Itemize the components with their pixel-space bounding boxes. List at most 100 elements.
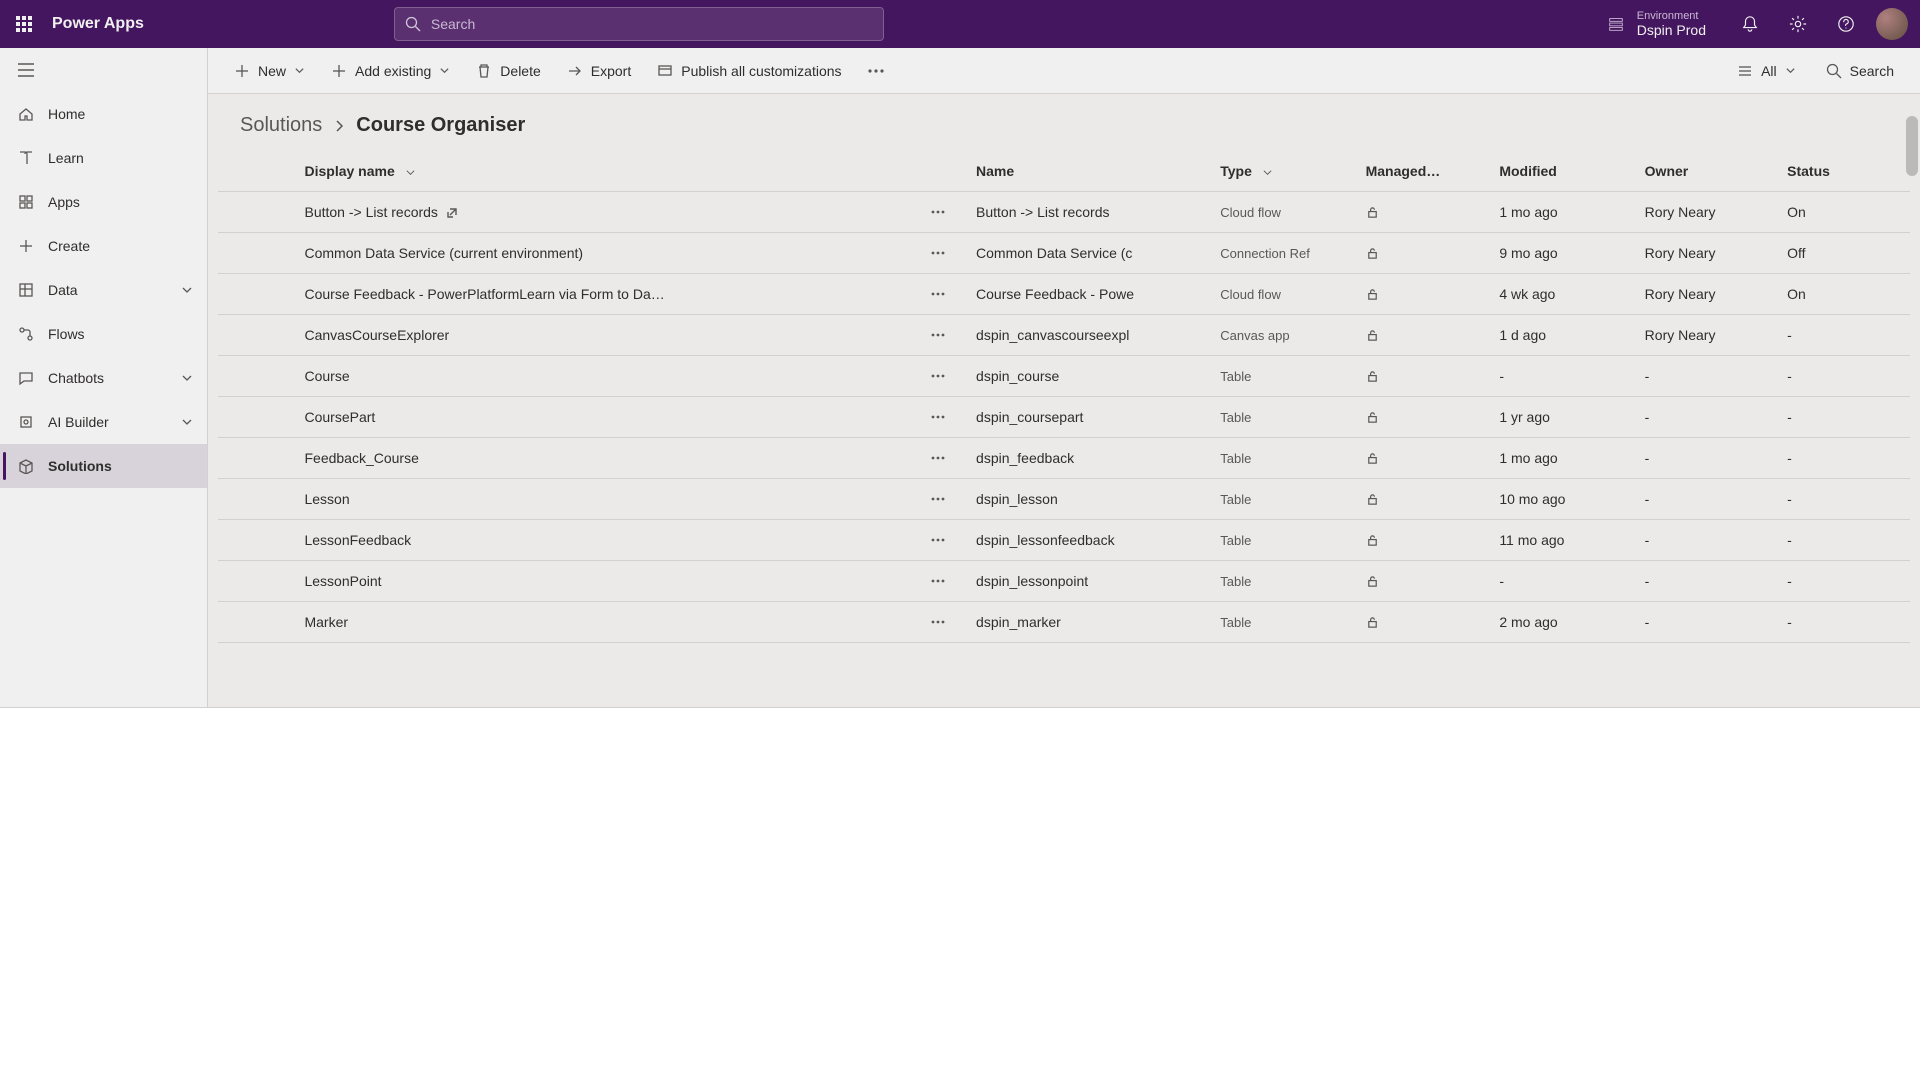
column-display-name[interactable]: Display name (296, 151, 907, 192)
expand-toggle[interactable] (181, 372, 193, 384)
row-name: dspin_feedback (968, 438, 1212, 479)
lock-icon (1366, 575, 1379, 591)
row-actions-button[interactable] (931, 447, 945, 463)
delete-button[interactable]: Delete (466, 57, 550, 85)
expand-toggle[interactable] (181, 416, 193, 428)
row-actions-button[interactable] (931, 201, 945, 217)
table-row[interactable]: Button -> List recordsButton -> List rec… (218, 192, 1910, 233)
row-display-name[interactable]: Button -> List records (304, 204, 437, 220)
environment-picker[interactable]: Environment Dspin Prod (1607, 10, 1706, 39)
row-display-name[interactable]: Lesson (304, 491, 349, 507)
row-owner: - (1637, 602, 1779, 643)
row-actions-button[interactable] (931, 529, 945, 545)
sidebar-item-home[interactable]: Home (0, 92, 207, 136)
chevron-down-icon (294, 65, 305, 76)
row-display-name[interactable]: Course Feedback - PowerPlatformLearn via… (304, 286, 664, 302)
table-row[interactable]: Common Data Service (current environment… (218, 233, 1910, 274)
row-modified: 9 mo ago (1491, 233, 1636, 274)
table-row[interactable]: Markerdspin_markerTable2 mo ago-- (218, 602, 1910, 643)
help-button[interactable] (1822, 0, 1870, 48)
export-label: Export (591, 63, 631, 79)
row-display-name[interactable]: Common Data Service (current environment… (304, 245, 583, 261)
row-actions-button[interactable] (931, 406, 945, 422)
row-type: Table (1212, 602, 1357, 643)
table-row[interactable]: LessonPointdspin_lessonpointTable--- (218, 561, 1910, 602)
row-actions-button[interactable] (931, 283, 945, 299)
column-owner[interactable]: Owner (1637, 151, 1779, 192)
sidebar: Home Learn Apps Create Data Flows ChatbotsAI B… (0, 48, 208, 707)
plus-icon (234, 63, 250, 79)
view-filter-button[interactable]: All (1727, 57, 1806, 85)
search-icon (405, 16, 421, 32)
new-button[interactable]: New (224, 57, 315, 85)
table-row[interactable]: Lessondspin_lessonTable10 mo ago-- (218, 479, 1910, 520)
chevron-down-icon (1785, 65, 1796, 76)
publish-button[interactable]: Publish all customizations (647, 57, 851, 85)
column-modified[interactable]: Modified (1491, 151, 1636, 192)
row-display-name[interactable]: Marker (304, 614, 348, 630)
row-actions-button[interactable] (931, 324, 945, 340)
table-row[interactable]: LessonFeedbackdspin_lessonfeedbackTable1… (218, 520, 1910, 561)
sidebar-item-label: Solutions (48, 458, 112, 474)
list-icon (1737, 63, 1753, 79)
add-existing-button[interactable]: Add existing (321, 57, 460, 85)
sidebar-item-data[interactable]: Data (0, 268, 207, 312)
table-row[interactable]: Coursedspin_courseTable--- (218, 356, 1910, 397)
column-name[interactable]: Name (968, 151, 1212, 192)
column-status[interactable]: Status (1779, 151, 1910, 192)
breadcrumb-parent[interactable]: Solutions (240, 114, 322, 137)
sidebar-item-flows[interactable]: Flows (0, 312, 207, 356)
global-search[interactable] (394, 7, 884, 41)
sidebar-item-apps[interactable]: Apps (0, 180, 207, 224)
lock-icon (1366, 370, 1379, 386)
sidebar-item-label: Create (48, 238, 90, 254)
open-external-icon[interactable] (438, 204, 458, 220)
sidebar-item-create[interactable]: Create (0, 224, 207, 268)
publish-label: Publish all customizations (681, 63, 841, 79)
column-type[interactable]: Type (1212, 151, 1357, 192)
sidebar-item-chatbots[interactable]: Chatbots (0, 356, 207, 400)
table-search-button[interactable]: Search (1816, 57, 1904, 85)
search-icon (1826, 63, 1842, 79)
row-actions-button[interactable] (931, 365, 945, 381)
sidebar-item-label: Home (48, 106, 85, 122)
row-display-name[interactable]: Feedback_Course (304, 450, 418, 466)
row-display-name[interactable]: CanvasCourseExplorer (304, 327, 449, 343)
sidebar-item-solutions[interactable]: Solutions (0, 444, 207, 488)
export-button[interactable]: Export (557, 57, 641, 85)
sidebar-item-aibuilder[interactable]: AI Builder (0, 400, 207, 444)
column-managed[interactable]: Managed… (1358, 151, 1492, 192)
row-actions-button[interactable] (931, 570, 945, 586)
settings-button[interactable] (1774, 0, 1822, 48)
sidebar-item-label: Flows (48, 326, 85, 342)
row-name: dspin_coursepart (968, 397, 1212, 438)
row-actions-button[interactable] (931, 611, 945, 627)
row-display-name[interactable]: LessonFeedback (304, 532, 411, 548)
row-actions-button[interactable] (931, 242, 945, 258)
table-row[interactable]: Course Feedback - PowerPlatformLearn via… (218, 274, 1910, 315)
row-status: - (1779, 520, 1910, 561)
command-overflow[interactable] (858, 63, 894, 79)
row-display-name[interactable]: CoursePart (304, 409, 375, 425)
scrollbar-thumb[interactable] (1906, 116, 1918, 176)
sidebar-collapse-button[interactable] (0, 48, 207, 92)
gear-icon (1789, 15, 1807, 33)
vertical-scrollbar[interactable] (1904, 96, 1920, 756)
plus-icon (331, 63, 347, 79)
row-display-name[interactable]: Course (304, 368, 349, 384)
expand-toggle[interactable] (181, 284, 193, 296)
table-row[interactable]: Feedback_Coursedspin_feedbackTable1 mo a… (218, 438, 1910, 479)
sidebar-item-label: Apps (48, 194, 80, 210)
row-name: dspin_lessonpoint (968, 561, 1212, 602)
row-actions-button[interactable] (931, 488, 945, 504)
global-search-input[interactable] (431, 16, 873, 32)
sidebar-item-learn[interactable]: Learn (0, 136, 207, 180)
waffle-button[interactable] (0, 0, 48, 48)
table-row[interactable]: CanvasCourseExplorerdspin_canvascourseex… (218, 315, 1910, 356)
row-display-name[interactable]: LessonPoint (304, 573, 381, 589)
notifications-button[interactable] (1726, 0, 1774, 48)
table-row[interactable]: CoursePartdspin_coursepartTable1 yr ago-… (218, 397, 1910, 438)
row-name: Common Data Service (c (968, 233, 1212, 274)
row-owner: Rory Neary (1637, 274, 1779, 315)
user-avatar[interactable] (1876, 8, 1908, 40)
